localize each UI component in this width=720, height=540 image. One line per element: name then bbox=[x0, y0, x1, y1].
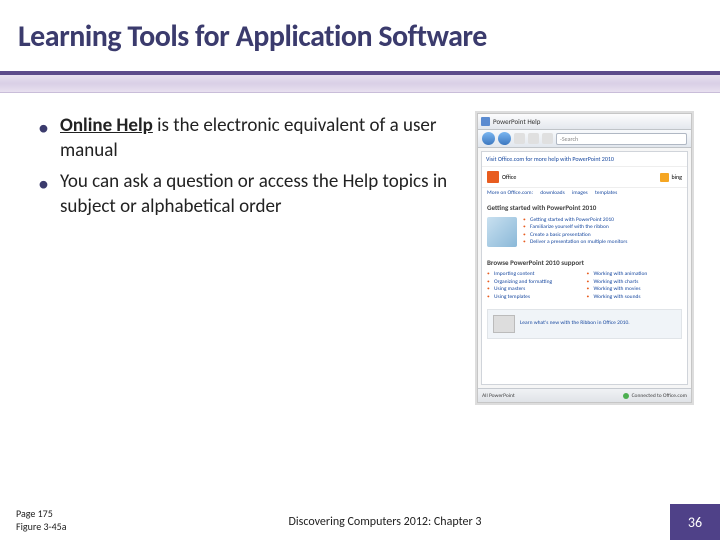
help-link[interactable]: Using masters bbox=[487, 286, 583, 294]
search-input[interactable]: - Search bbox=[556, 133, 687, 145]
subnav-link[interactable]: downloads bbox=[540, 190, 564, 196]
office-logo: Office bbox=[487, 171, 516, 183]
ribbon-promo[interactable]: Learn what's new with the Ribbon in Offi… bbox=[487, 309, 682, 339]
window-titlebar: PowerPoint Help bbox=[478, 114, 691, 130]
bullet-text: You can ask a question or access the Hel… bbox=[60, 170, 447, 218]
status-left: All PowerPoint bbox=[482, 393, 515, 399]
title-divider bbox=[0, 71, 720, 93]
home-icon[interactable] bbox=[542, 133, 553, 144]
subnav-label: More on Office.com: bbox=[487, 190, 533, 196]
help-link[interactable]: Familiarize yourself with the ribbon bbox=[523, 224, 682, 231]
top-link[interactable]: Visit Office.com for more help with Powe… bbox=[482, 152, 687, 167]
help-link[interactable]: Working with animation bbox=[587, 271, 683, 279]
subnav: More on Office.com: downloads images tem… bbox=[482, 188, 687, 198]
subnav-link[interactable]: templates bbox=[595, 190, 617, 196]
section-title: Browse PowerPoint 2010 support bbox=[482, 253, 687, 269]
browse-col: Importing content Organizing and formatt… bbox=[487, 271, 583, 302]
page-ref: Page 175 bbox=[16, 508, 100, 521]
slide-title: Learning Tools for Application Software bbox=[0, 0, 720, 55]
bullet-list: Online Help is the electronic equivalent… bbox=[38, 113, 459, 403]
help-link[interactable]: Using templates bbox=[487, 294, 583, 302]
ribbon-promo-icon bbox=[493, 315, 515, 333]
browse-support: Importing content Organizing and formatt… bbox=[482, 269, 687, 304]
getting-started-icon bbox=[487, 217, 517, 247]
section-title: Getting started with PowerPoint 2010 bbox=[482, 198, 687, 214]
help-link[interactable]: Getting started with PowerPoint 2010 bbox=[523, 217, 682, 224]
help-link[interactable]: Deliver a presentation on multiple monit… bbox=[523, 239, 682, 246]
slide-footer: Page 175 Figure 3-45a Discovering Comput… bbox=[0, 504, 720, 540]
connection-icon bbox=[623, 393, 629, 399]
refresh-icon[interactable] bbox=[528, 133, 539, 144]
forward-icon[interactable] bbox=[498, 132, 511, 145]
ribbon-promo-text: Learn what's new with the Ribbon in Offi… bbox=[520, 320, 630, 327]
getting-started-list: Getting started with PowerPoint 2010 Fam… bbox=[523, 217, 682, 247]
office-icon bbox=[487, 171, 499, 183]
office-label: Office bbox=[502, 173, 516, 181]
browse-col: Working with animation Working with char… bbox=[587, 271, 683, 302]
help-link[interactable]: Importing content bbox=[487, 271, 583, 279]
help-link[interactable]: Working with movies bbox=[587, 286, 683, 294]
window-statusbar: All PowerPoint Connected to Office.com bbox=[478, 388, 691, 402]
bullet-item: Online Help is the electronic equivalent… bbox=[38, 113, 459, 163]
subnav-link[interactable]: images bbox=[572, 190, 588, 196]
status-right: Connected to Office.com bbox=[623, 393, 687, 399]
stop-icon[interactable] bbox=[514, 133, 525, 144]
help-link[interactable]: Working with sounds bbox=[587, 294, 683, 302]
help-link[interactable]: Working with charts bbox=[587, 279, 683, 287]
help-body: Visit Office.com for more help with Powe… bbox=[481, 151, 688, 385]
bold-term: Online Help bbox=[60, 114, 153, 137]
window-title: PowerPoint Help bbox=[493, 117, 688, 126]
slide-number: 36 bbox=[670, 504, 720, 540]
getting-started: Getting started with PowerPoint 2010 Fam… bbox=[482, 214, 687, 253]
help-icon bbox=[481, 117, 490, 126]
help-window: PowerPoint Help - Search Visit Office.co… bbox=[477, 113, 692, 403]
help-link[interactable]: Organizing and formatting bbox=[487, 279, 583, 287]
window-toolbar: - Search bbox=[478, 130, 691, 148]
help-link[interactable]: Create a basic presentation bbox=[523, 232, 682, 239]
content-area: Online Help is the electronic equivalent… bbox=[0, 93, 720, 403]
bullet-item: You can ask a question or access the Hel… bbox=[38, 169, 459, 219]
brand-row: Office bing bbox=[482, 167, 687, 188]
search-label: Search bbox=[562, 135, 578, 143]
status-right-text: Connected to Office.com bbox=[632, 393, 687, 399]
bing-label: bing bbox=[671, 173, 682, 181]
bing-logo: bing bbox=[660, 173, 682, 182]
back-icon[interactable] bbox=[482, 132, 495, 145]
footer-page-ref: Page 175 Figure 3-45a bbox=[0, 504, 100, 540]
footer-center: Discovering Computers 2012: Chapter 3 bbox=[100, 504, 670, 540]
figure-ref: Figure 3-45a bbox=[16, 521, 100, 534]
bing-icon bbox=[660, 173, 669, 182]
